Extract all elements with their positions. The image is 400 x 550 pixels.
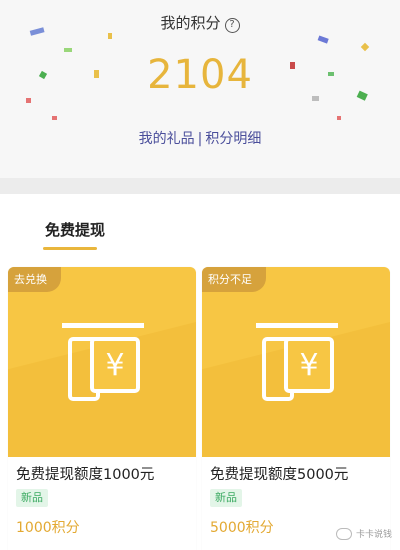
points-header: 我的积分? 2104 我的礼品 | 积分明细 [0, 0, 400, 178]
insufficient-points-badge: 积分不足 [202, 267, 266, 292]
reward-card[interactable]: ¥ 积分不足 免费提现额度5000元 新品 5000积分 [202, 267, 390, 550]
header-links: 我的礼品 | 积分明细 [0, 128, 400, 148]
section-divider [0, 178, 400, 194]
svg-text:¥: ¥ [299, 348, 318, 383]
new-tag: 新品 [210, 489, 242, 507]
section-title[interactable]: 免费提现 [45, 219, 105, 240]
rewards-panel: 免费提现 ¥ 去兑换 免费提现额度1000元 新品 1000积分 ¥ 积分不足 … [0, 194, 400, 550]
atm-cash-icon: ¥ [256, 323, 338, 401]
section-title-underline [43, 247, 97, 250]
card-price: 5000积分 [210, 520, 274, 536]
question-circle-icon[interactable]: ? [224, 18, 240, 33]
card-image: ¥ 去兑换 [8, 267, 196, 457]
atm-cash-icon: ¥ [62, 323, 144, 401]
reward-card[interactable]: ¥ 去兑换 免费提现额度1000元 新品 1000积分 [8, 267, 196, 550]
points-value: 2104 [147, 52, 253, 98]
page-title: 我的积分 [160, 14, 221, 32]
card-title: 免费提现额度1000元 [16, 467, 155, 483]
watermark: 卡卡说钱 [335, 527, 392, 540]
card-price: 1000积分 [16, 520, 80, 536]
new-tag: 新品 [16, 489, 48, 507]
redeem-badge[interactable]: 去兑换 [8, 267, 61, 292]
watermark-text: 卡卡说钱 [355, 530, 392, 540]
wechat-logo-icon [335, 527, 352, 540]
my-gifts-link[interactable]: 我的礼品 [139, 131, 195, 147]
points-details-link[interactable]: 积分明细 [205, 131, 261, 147]
card-image: ¥ 积分不足 [202, 267, 390, 457]
svg-text:¥: ¥ [105, 348, 124, 383]
link-separator: | [197, 131, 203, 147]
card-title: 免费提现额度5000元 [210, 467, 349, 483]
page-title-row: 我的积分? [0, 12, 400, 33]
